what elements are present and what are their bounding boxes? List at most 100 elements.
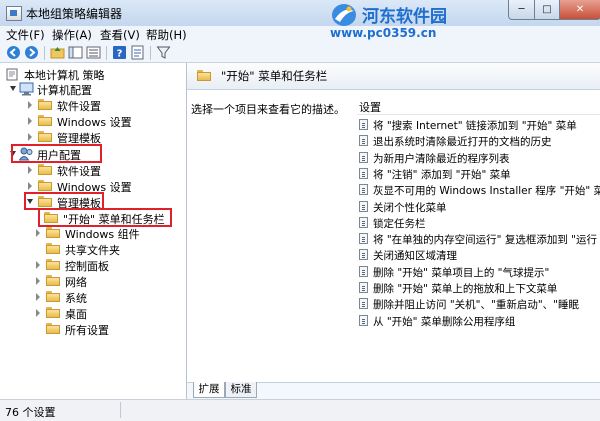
policy-row[interactable]: 退出系统时清除最近打开的文档的历史 <box>357 133 600 149</box>
expand-arrow-icon[interactable] <box>28 133 32 141</box>
list-view-icon[interactable] <box>86 45 101 60</box>
policy-row[interactable]: 删除 "开始" 菜单项目上的 "气球提示" <box>357 264 600 280</box>
close-button[interactable]: ✕ <box>559 0 600 20</box>
policy-setting-icon <box>359 282 368 293</box>
minimize-button[interactable]: ─ <box>508 0 535 20</box>
tree-node-cc-admin[interactable]: 管理模板 <box>28 130 184 145</box>
gpedit-window: 本地组策略编辑器 河东软件园 ─ □ ✕ 文件(F) 操作(A) 查看(V) 帮… <box>0 0 600 421</box>
expand-arrow-icon[interactable] <box>28 101 32 109</box>
tab-extended[interactable]: 扩展 <box>193 382 225 398</box>
policy-row[interactable]: 删除并阻止访问 "关机"、"重新启动"、"睡眠 <box>357 296 600 312</box>
tree-label: 网络 <box>65 276 87 289</box>
toolbar-separator <box>44 46 45 60</box>
up-folder-icon[interactable] <box>50 45 65 60</box>
tree-node-network[interactable]: 网络 <box>36 274 184 289</box>
expand-arrow-icon[interactable] <box>28 182 32 190</box>
tree-label: 共享文件夹 <box>65 244 120 257</box>
folder-icon <box>46 243 60 254</box>
computer-icon <box>19 82 34 96</box>
menu-help[interactable]: 帮助(H) <box>146 27 187 43</box>
tree-label: 软件设置 <box>57 165 101 178</box>
help-icon[interactable]: ? <box>112 45 127 60</box>
expand-arrow-icon[interactable] <box>36 277 40 285</box>
policy-row[interactable]: 将 "搜索 Internet" 链接添加到 "开始" 菜单 <box>357 117 600 133</box>
tree-node-shared-folders[interactable]: 共享文件夹 <box>46 242 184 257</box>
back-icon[interactable] <box>6 45 21 60</box>
policy-setting-icon <box>359 135 368 146</box>
status-bar: 76 个设置 <box>0 399 600 421</box>
expand-arrow-icon[interactable] <box>36 229 40 237</box>
tree-label: 所有设置 <box>65 324 109 337</box>
menu-action[interactable]: 操作(A) <box>52 27 92 43</box>
folder-icon <box>38 131 52 142</box>
policy-row[interactable]: 锁定任务栏 <box>357 215 600 231</box>
policy-label: 将 "搜索 Internet" 链接添加到 "开始" 菜单 <box>373 120 577 132</box>
forward-icon[interactable] <box>24 45 39 60</box>
menu-bar: 文件(F) 操作(A) 查看(V) 帮助(H) <box>0 26 600 44</box>
policy-setting-icon <box>359 152 368 163</box>
app-icon <box>6 6 22 21</box>
policy-label: 从 "开始" 菜单删除公用程序组 <box>373 316 516 328</box>
tab-standard[interactable]: 标准 <box>225 382 257 398</box>
settings-list[interactable]: 将 "搜索 Internet" 链接添加到 "开始" 菜单 退出系统时清除最近打开… <box>357 117 600 399</box>
expand-arrow-icon[interactable] <box>36 293 40 301</box>
maximize-button[interactable]: □ <box>534 0 560 20</box>
policy-label: 删除 "开始" 菜单项目上的 "气球提示" <box>373 267 550 279</box>
folder-icon <box>197 70 211 81</box>
tree-node-all-settings[interactable]: 所有设置 <box>46 322 184 337</box>
filter-icon[interactable] <box>156 45 171 60</box>
folder-icon <box>46 227 60 238</box>
folder-icon <box>46 323 60 334</box>
policy-row[interactable]: 删除 "开始" 菜单上的拖放和上下文菜单 <box>357 280 600 296</box>
expand-arrow-icon[interactable] <box>28 117 32 125</box>
policy-row[interactable]: 为新用户清除最近的程序列表 <box>357 150 600 166</box>
expand-arrow-icon[interactable] <box>28 166 32 174</box>
tree-node-control-panel[interactable]: 控制面板 <box>36 258 184 273</box>
policy-row[interactable]: 将 "在单独的内存空间运行" 复选框添加到 "运行 <box>357 231 600 247</box>
title-bar[interactable]: 本地组策略编辑器 河东软件园 ─ □ ✕ <box>0 0 600 27</box>
column-header-setting[interactable]: 设置 <box>357 98 600 115</box>
policy-row[interactable]: 将 "注销" 添加到 "开始" 菜单 <box>357 166 600 182</box>
watermark-text: 河东软件园 <box>362 7 447 27</box>
tree-node-windows-components[interactable]: Windows 组件 <box>36 226 184 241</box>
window-title: 本地组策略编辑器 <box>26 7 123 21</box>
policy-setting-icon <box>359 298 368 309</box>
policy-label: 为新用户清除最近的程序列表 <box>373 153 510 165</box>
tree-node-desktop[interactable]: 桌面 <box>36 306 184 321</box>
expand-arrow-icon[interactable] <box>36 261 40 269</box>
tree-node-cc-software[interactable]: 软件设置 <box>28 98 184 113</box>
watermark-url: www.pc0359.cn <box>330 26 437 40</box>
column-header-label: 设置 <box>359 101 381 114</box>
policy-row[interactable]: 关闭个性化菜单 <box>357 199 600 215</box>
folder-icon <box>38 115 52 126</box>
policy-row[interactable]: 从 "开始" 菜单删除公用程序组 <box>357 313 600 329</box>
tree-node-uc-software[interactable]: 软件设置 <box>28 163 184 178</box>
expand-arrow-icon[interactable] <box>36 309 40 317</box>
tree-node-cc-windows[interactable]: Windows 设置 <box>28 114 184 129</box>
policy-setting-icon <box>359 249 368 260</box>
settings-count: 76 个设置 <box>5 406 56 419</box>
menu-view[interactable]: 查看(V) <box>100 27 140 43</box>
annotation-highlight-user-config <box>11 144 102 163</box>
tree-pane[interactable]: 本地计算机 策略 计算机配置 软件设置 Windows 设置 管理模板 用户配置 <box>0 63 187 399</box>
tree-node-computer-config[interactable]: 计算机配置 <box>10 82 184 97</box>
properties-icon[interactable] <box>130 45 145 60</box>
menu-file[interactable]: 文件(F) <box>6 27 45 43</box>
policy-setting-icon <box>359 119 368 130</box>
policy-setting-icon <box>359 266 368 277</box>
policy-label: 退出系统时清除最近打开的文档的历史 <box>373 136 552 148</box>
policy-row[interactable]: 灰显不可用的 Windows Installer 程序 "开始" 菜 <box>357 182 600 198</box>
expand-arrow-icon[interactable] <box>10 86 16 91</box>
toolbar-separator <box>106 46 107 60</box>
policy-label: 将 "注销" 添加到 "开始" 菜单 <box>373 169 511 181</box>
show-hide-tree-icon[interactable] <box>68 45 83 60</box>
policy-label: 删除 "开始" 菜单上的拖放和上下文菜单 <box>373 283 558 295</box>
tree-node-root[interactable]: 本地计算机 策略 <box>4 67 184 82</box>
details-title: "开始" 菜单和任务栏 <box>221 69 328 83</box>
policy-label: 锁定任务栏 <box>373 218 426 230</box>
watermark-logo-icon <box>332 4 356 26</box>
policy-row[interactable]: 关闭通知区域清理 <box>357 247 600 263</box>
toolbar-separator <box>150 46 151 60</box>
folder-icon <box>38 180 52 191</box>
tree-node-system[interactable]: 系统 <box>36 290 184 305</box>
